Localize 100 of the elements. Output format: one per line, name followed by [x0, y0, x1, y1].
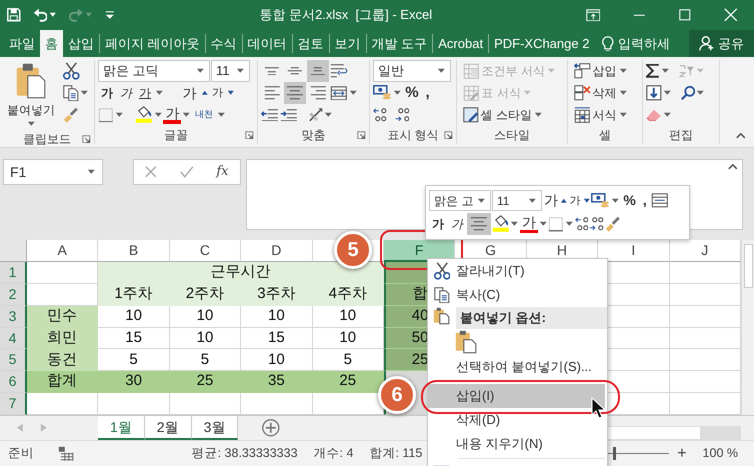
row-header[interactable]: 3: [0, 306, 27, 328]
zoom-level[interactable]: 100 %: [702, 444, 738, 463]
caret-icon[interactable]: [662, 112, 672, 118]
sheet-tab[interactable]: 1월: [98, 416, 145, 440]
ribbon-tab[interactable]: PDF-XChange 2: [489, 30, 594, 57]
ribbon-tab[interactable]: Acrobat: [433, 34, 490, 53]
format-brush-icon[interactable]: [63, 106, 79, 124]
increase-arrow-icon[interactable]: [200, 90, 208, 96]
grow-font-button[interactable]: 가: [543, 190, 559, 212]
sheet-tab[interactable]: 2월: [144, 416, 192, 440]
align-center-button[interactable]: [284, 82, 306, 104]
percent-button[interactable]: %: [402, 82, 422, 104]
ribbon-tab[interactable]: 검토: [292, 34, 330, 53]
ribbon-tab[interactable]: 개발 도구: [366, 34, 434, 53]
column-header[interactable]: C: [170, 240, 242, 262]
merge-cells-icon[interactable]: [330, 86, 348, 100]
launcher-icon[interactable]: [82, 134, 91, 144]
caret-icon[interactable]: [26, 121, 36, 127]
name-box[interactable]: F1: [3, 159, 103, 185]
macro-record-icon[interactable]: [58, 446, 74, 462]
caret-icon[interactable]: [477, 198, 486, 204]
increase-decimal-icon[interactable]: [373, 108, 387, 122]
borders-icon[interactable]: [548, 216, 564, 232]
scissors-icon[interactable]: [63, 62, 80, 80]
menu-item[interactable]: 삽입(I): [428, 384, 605, 408]
clipboard-icon[interactable]: [16, 63, 46, 99]
ribbon-tab[interactable]: 홈: [40, 30, 63, 57]
caret-icon[interactable]: [510, 221, 519, 228]
column-header[interactable]: J: [670, 240, 741, 262]
italic-button[interactable]: 가: [117, 82, 135, 104]
vertical-scrollbar[interactable]: [741, 240, 754, 415]
share-button[interactable]: 공유: [688, 30, 754, 57]
column-header[interactable]: B: [98, 240, 170, 262]
minimize-icon[interactable]: [632, 14, 646, 16]
collapse-icon[interactable]: [736, 133, 746, 139]
row-header[interactable]: 6: [0, 371, 27, 394]
caret-icon[interactable]: [49, 12, 57, 18]
currency-icon[interactable]: [373, 85, 392, 101]
format-brush-icon[interactable]: [604, 216, 620, 233]
currency-icon[interactable]: [591, 193, 610, 208]
insert-function-button[interactable]: fx: [216, 162, 229, 182]
customize-icon[interactable]: [104, 10, 115, 20]
ribbon-tab[interactable]: 보기: [330, 34, 367, 53]
search-icon[interactable]: [681, 86, 696, 100]
save-icon[interactable]: [7, 8, 21, 22]
copy-icon[interactable]: [63, 84, 79, 102]
ribbon-tab[interactable]: 파일: [4, 30, 40, 57]
bold-button[interactable]: 가: [98, 82, 116, 104]
caret-icon[interactable]: [154, 112, 162, 118]
wrap-text-icon[interactable]: [330, 64, 348, 78]
ribbon-command[interactable]: 셀 스타일: [460, 104, 564, 126]
ribbon-command[interactable]: 삭제: [571, 82, 639, 104]
sheet-tab[interactable]: 3월: [192, 416, 238, 440]
percent-button[interactable]: %: [620, 190, 639, 212]
caret-icon[interactable]: [610, 198, 620, 204]
caret-icon[interactable]: [114, 112, 124, 118]
row-header[interactable]: 4: [0, 328, 27, 350]
caret-icon[interactable]: [348, 90, 358, 96]
paste-button[interactable]: 붙여넣기: [3, 60, 59, 130]
decrease-arrow-icon[interactable]: [227, 90, 235, 96]
decrease-decimal-icon[interactable]: [394, 108, 410, 122]
increase-indent-icon[interactable]: [280, 108, 298, 122]
shrink-font-button[interactable]: 가: [568, 190, 582, 212]
caret-icon[interactable]: [660, 68, 670, 74]
font-size-field[interactable]: 11: [211, 60, 250, 82]
row-header[interactable]: 7: [0, 393, 27, 416]
ribbon-tab[interactable]: 데이터: [242, 34, 293, 53]
launcher-icon[interactable]: [245, 130, 254, 140]
tell-me-text[interactable]: 입력하세: [618, 34, 670, 54]
ribbon-command[interactable]: 삽입: [571, 60, 639, 82]
maximize-icon[interactable]: [679, 9, 691, 21]
caret-icon[interactable]: [696, 90, 705, 96]
sum-icon[interactable]: [646, 64, 660, 78]
ribbon-command[interactable]: 서식: [571, 104, 639, 126]
align-bottom-button[interactable]: [307, 60, 329, 82]
comma-button[interactable]: ,: [422, 82, 433, 104]
caret-icon[interactable]: [437, 68, 446, 74]
close-icon[interactable]: [724, 8, 738, 22]
increase-decimal-icon[interactable]: [574, 217, 588, 232]
italic-button[interactable]: 가: [448, 213, 466, 236]
caret-icon[interactable]: [324, 112, 332, 118]
row-header[interactable]: 5: [0, 349, 27, 372]
launcher-icon[interactable]: [444, 130, 453, 140]
font-size-field[interactable]: 11: [492, 190, 542, 212]
caret-icon[interactable]: [538, 221, 548, 228]
ribbon-tab[interactable]: 수식: [206, 34, 243, 53]
zoom-slider-thumb[interactable]: [613, 447, 616, 460]
menu-item[interactable]: 잘라내기(T): [428, 259, 607, 283]
grow-font-button[interactable]: 가: [180, 82, 200, 104]
caret-icon[interactable]: [196, 68, 205, 74]
borders-icon[interactable]: [98, 108, 114, 122]
underline-button[interactable]: 가: [136, 82, 154, 104]
caret-icon[interactable]: [216, 112, 226, 118]
launcher-icon[interactable]: [357, 130, 366, 140]
row-header[interactable]: 1: [0, 262, 27, 284]
fill-down-icon[interactable]: [646, 85, 662, 101]
column-header[interactable]: D: [241, 240, 313, 262]
format-cells-icon[interactable]: [650, 193, 668, 208]
font-name-field[interactable]: 맑은 고딕: [98, 60, 210, 82]
phonetic-button[interactable]: 내천: [192, 106, 216, 124]
